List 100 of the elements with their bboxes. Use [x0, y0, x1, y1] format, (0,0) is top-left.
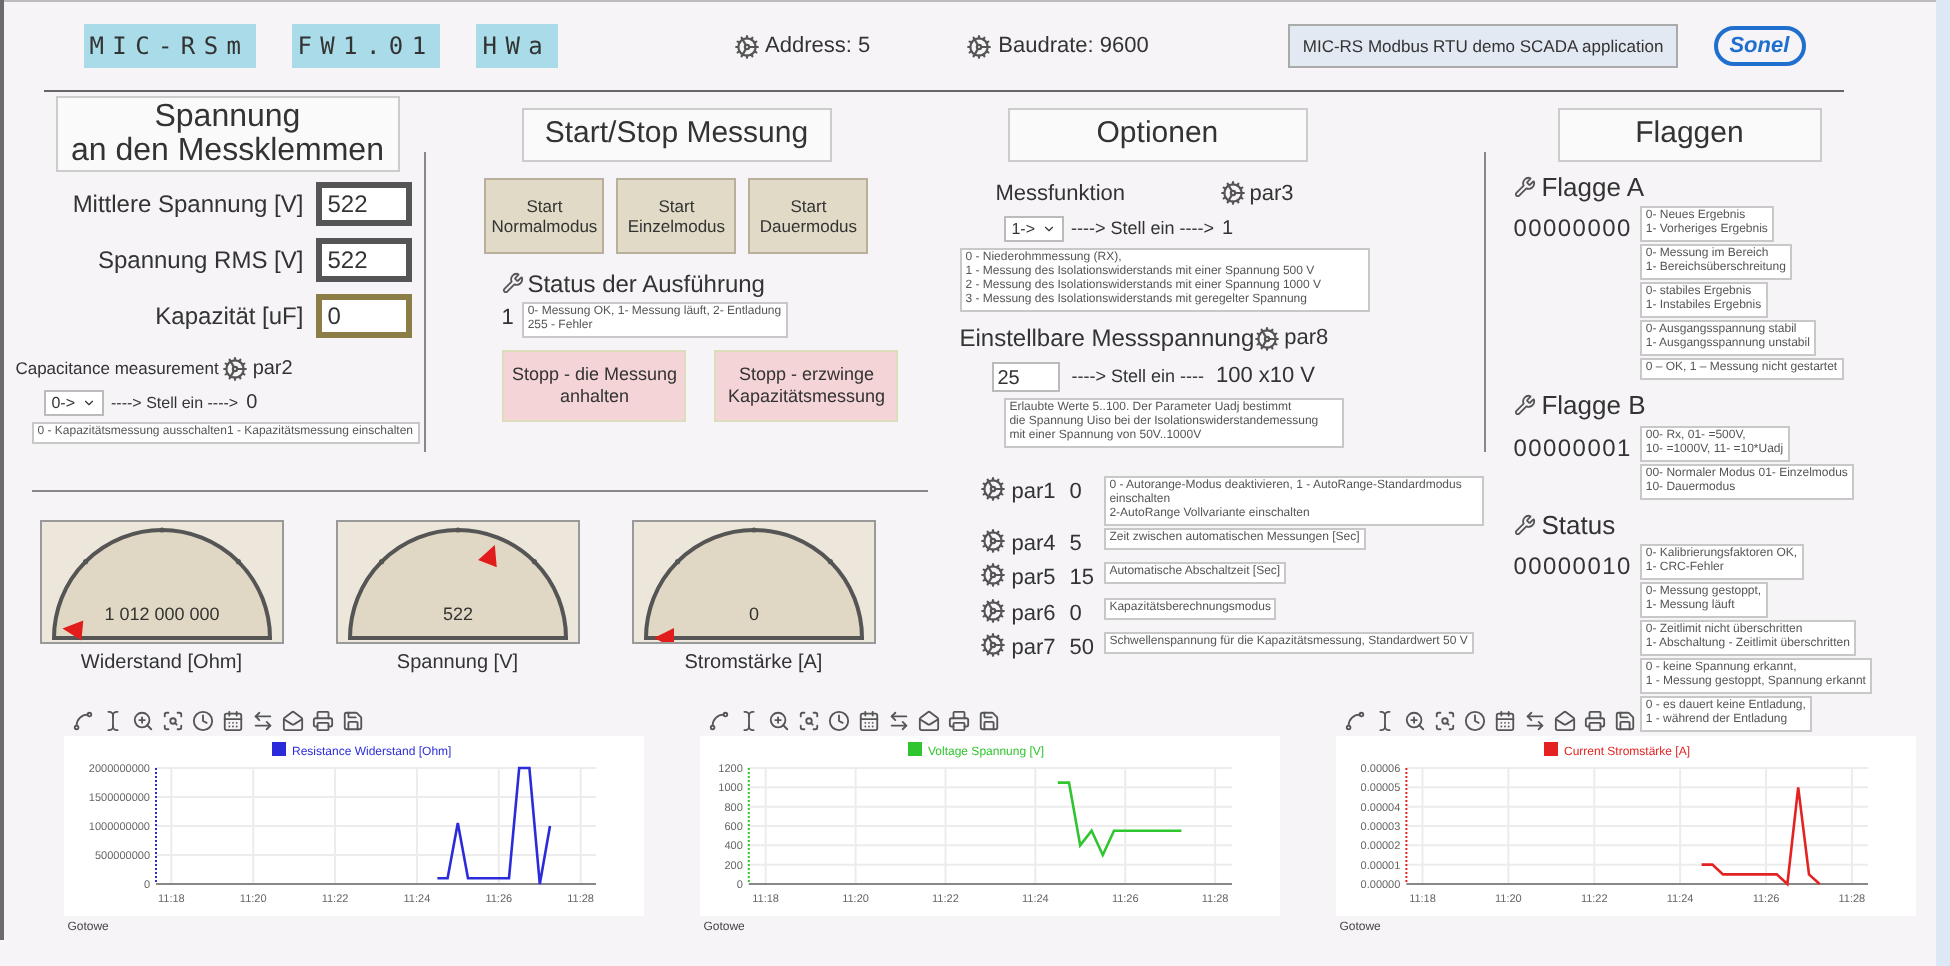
param-name: par5	[1011, 564, 1058, 594]
arrow-text: ----> Stell ein ---->	[1071, 215, 1215, 242]
calendar-icon[interactable]	[857, 709, 880, 731]
arrows-icon[interactable]	[887, 709, 910, 731]
wrench-icon	[1513, 175, 1536, 198]
arrows-icon[interactable]	[1523, 709, 1546, 731]
app-title: MIC-RS Modbus RTU demo SCADA application	[1288, 23, 1678, 69]
field-label: Kapazität [uF]	[155, 300, 304, 334]
save-icon[interactable]	[341, 709, 364, 731]
section-title: Optionen	[1007, 108, 1308, 161]
data-line	[1057, 781, 1181, 859]
gear-icon	[966, 33, 993, 59]
field-label: Spannung RMS [V]	[97, 244, 304, 278]
baudrate-text: Baudrate: 9600	[998, 31, 1149, 62]
param-name: par1	[1011, 477, 1058, 507]
start-button[interactable]: Start Einzelmodus	[616, 177, 737, 253]
zoom-in-icon[interactable]	[131, 709, 154, 731]
envelope-icon[interactable]	[1553, 709, 1576, 731]
clock-icon[interactable]	[191, 709, 214, 731]
setting-label: Einstellbare Messspannung	[959, 322, 1255, 356]
flag-value: 00000000	[1513, 212, 1632, 246]
flag-value: 00000001	[1513, 431, 1632, 465]
gear-icon	[222, 356, 249, 382]
gauge-reading: 0	[748, 604, 759, 624]
param-value: 0	[1069, 477, 1084, 507]
gauge-reading: 522	[442, 604, 473, 624]
clock-icon[interactable]	[827, 709, 850, 731]
printer-icon[interactable]	[1583, 709, 1606, 731]
calendar-icon[interactable]	[221, 709, 244, 731]
param-value: 15	[1069, 564, 1096, 594]
param-value: 50	[1069, 634, 1096, 664]
gauge-reading: 1 012 000 000	[103, 604, 219, 624]
gauge-pointer	[477, 545, 497, 568]
gear-icon	[1219, 180, 1246, 207]
y-axis	[154, 767, 157, 885]
info-tag: FW1.01	[291, 24, 441, 68]
spline-icon[interactable]	[71, 709, 94, 731]
logo: Sonel	[1713, 25, 1806, 67]
field-label: Mittlere Spannung [V]	[72, 188, 304, 222]
status-value: 1	[501, 304, 514, 335]
gear-icon	[979, 632, 1006, 658]
value-field: 0	[315, 294, 412, 338]
printer-icon[interactable]	[311, 709, 334, 731]
stop-button[interactable]: Stopp - die Messung anhalten	[502, 349, 687, 421]
gear-icon	[979, 475, 1006, 501]
zoom-box-icon[interactable]	[797, 709, 820, 731]
chevron-icon	[1041, 222, 1056, 236]
value-field: 522	[315, 238, 412, 282]
save-icon[interactable]	[1613, 709, 1636, 731]
section-title: Flaggen	[1557, 108, 1822, 161]
gear-icon	[733, 33, 760, 59]
param-name: par2	[252, 356, 293, 384]
envelope-icon[interactable]	[917, 709, 940, 731]
clock-icon[interactable]	[1463, 709, 1486, 731]
param-name: par6	[1011, 599, 1058, 629]
input-field[interactable]: 25	[991, 361, 1060, 392]
flag-value: 00000010	[1513, 550, 1632, 584]
set-value: 100 x10 V	[1215, 362, 1316, 392]
param-value: 0	[1069, 599, 1084, 629]
start-button[interactable]: Start Normalmodus	[484, 177, 605, 253]
data-line	[1701, 786, 1820, 887]
gear-icon	[1254, 325, 1281, 351]
value-field: 522	[315, 182, 412, 226]
gauge-label: Widerstand [Ohm]	[80, 650, 243, 678]
flag-label: Flagge B	[1541, 388, 1646, 424]
address-text: Address: 5	[765, 31, 871, 62]
y-axis	[1404, 767, 1407, 885]
printer-icon[interactable]	[947, 709, 970, 731]
wrench-icon	[501, 272, 524, 294]
param-name: par7	[1011, 634, 1058, 664]
dropdown[interactable]: 0->	[43, 390, 104, 416]
arrows-icon[interactable]	[251, 709, 274, 731]
zoom-in-icon[interactable]	[767, 709, 790, 731]
envelope-icon[interactable]	[281, 709, 304, 731]
data-line	[436, 766, 551, 886]
zoom-box-icon[interactable]	[1433, 709, 1456, 731]
save-icon[interactable]	[977, 709, 1000, 731]
arrow-text: ----> Stell ein ---->	[111, 391, 239, 415]
setting-label: Messfunktion	[995, 179, 1128, 209]
flag-label: Flagge A	[1541, 169, 1645, 206]
gear-icon	[979, 597, 1006, 623]
section-title: Spannung an den Messklemmen	[55, 96, 400, 172]
arrow-text: ----> Stell ein ----	[1071, 363, 1204, 389]
spline-icon[interactable]	[707, 709, 730, 731]
setting-label: Capacitance measurement	[15, 356, 219, 382]
stop-button[interactable]: Stopp - erzwinge Kapazitätsmessung	[714, 349, 899, 421]
dropdown[interactable]: 1->	[1003, 216, 1064, 242]
calendar-icon[interactable]	[1493, 709, 1516, 731]
gear-icon	[979, 527, 1006, 553]
start-button[interactable]: Start Dauermodus	[748, 177, 869, 253]
wrench-icon	[1513, 513, 1536, 536]
spline-icon[interactable]	[1343, 709, 1366, 731]
param-value: 5	[1069, 529, 1084, 559]
zoom-box-icon[interactable]	[161, 709, 184, 731]
zoom-in-icon[interactable]	[1403, 709, 1426, 731]
param-name: par8	[1284, 323, 1329, 354]
wrench-icon	[1513, 394, 1536, 417]
y-axis	[747, 767, 750, 885]
info-tag: HWa	[476, 24, 558, 68]
section-title: Start/Stop Messung	[521, 108, 832, 161]
